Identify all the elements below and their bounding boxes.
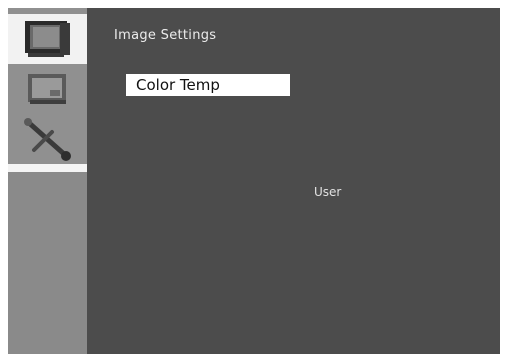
monitor-icon — [25, 21, 70, 57]
osd-screen: Image Settings Color Temp User — [8, 8, 500, 354]
sidebar-item-tools[interactable] — [8, 112, 87, 162]
sidebar — [8, 8, 87, 354]
tools-icon — [24, 118, 71, 161]
menu-item-color-temp[interactable]: Color Temp — [126, 74, 290, 96]
sidebar-item-picture[interactable] — [8, 14, 87, 64]
tv-panel-icon — [28, 74, 66, 104]
sidebar-empty-area — [8, 172, 87, 354]
menu-title: Image Settings — [114, 28, 217, 43]
sidebar-item-display[interactable] — [8, 66, 87, 110]
sidebar-divider — [8, 164, 87, 172]
color-temp-value[interactable]: User — [314, 185, 341, 199]
